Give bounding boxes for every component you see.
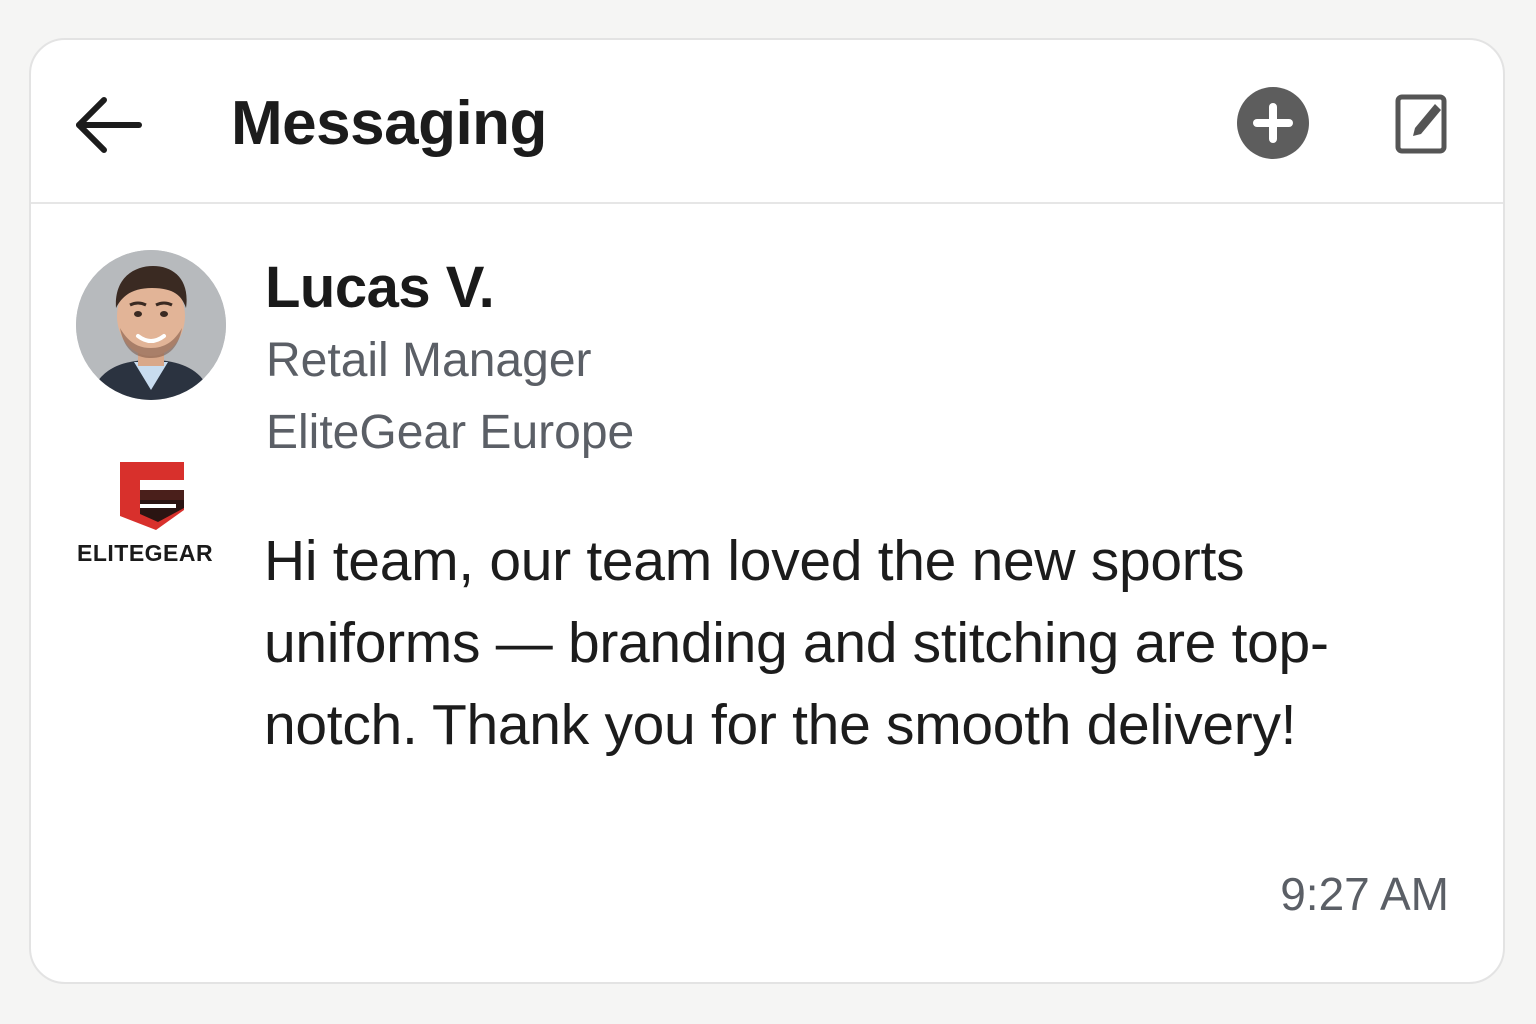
page-title: Messaging <box>231 89 547 158</box>
elitegear-logo-icon <box>116 460 188 532</box>
arrow-left-icon <box>71 90 147 160</box>
compose-icon <box>1395 94 1447 154</box>
header-bar: Messaging <box>31 40 1503 204</box>
sender-name[interactable]: Lucas V. <box>265 254 495 322</box>
add-button[interactable] <box>1237 87 1309 159</box>
logo-wordmark: ELITEGEAR <box>77 540 214 566</box>
message-body: Hi team, our team loved the new sports u… <box>264 529 1329 757</box>
company-logo: ELITEGEAR <box>71 460 241 570</box>
sender-role: Retail Manager <box>266 334 592 387</box>
avatar[interactable] <box>76 250 226 400</box>
plus-circle-icon <box>1237 87 1309 159</box>
sender-company: EliteGear Europe <box>266 406 635 459</box>
message-timestamp: 9:27 AM <box>1280 868 1449 920</box>
compose-button[interactable] <box>1395 94 1447 154</box>
back-button[interactable] <box>71 90 147 160</box>
message-card: Messaging ELITEGEAR Lucas V. Retail Mana… <box>29 38 1505 984</box>
